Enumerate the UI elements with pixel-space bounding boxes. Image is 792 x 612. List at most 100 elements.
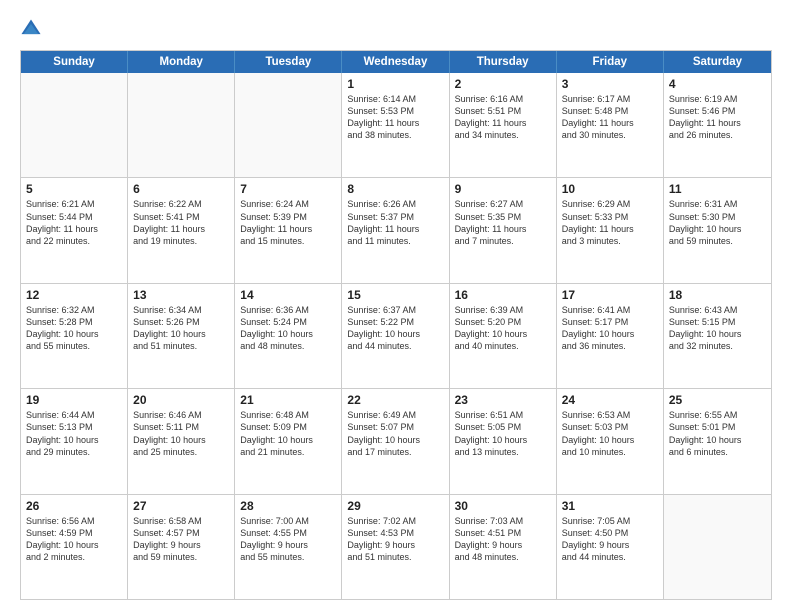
cell-text: Sunrise: 6:43 AM Sunset: 5:15 PM Dayligh… — [669, 304, 766, 353]
header — [20, 18, 772, 40]
day-number: 31 — [562, 499, 658, 513]
cell-text: Sunrise: 6:53 AM Sunset: 5:03 PM Dayligh… — [562, 409, 658, 458]
day-header-tuesday: Tuesday — [235, 51, 342, 73]
cell-text: Sunrise: 6:46 AM Sunset: 5:11 PM Dayligh… — [133, 409, 229, 458]
day-number: 13 — [133, 288, 229, 302]
day-number: 28 — [240, 499, 336, 513]
cal-cell-15: 15 Sunrise: 6:37 AM Sunset: 5:22 PM Dayli… — [342, 284, 449, 388]
cal-cell-29: 29Sunrise: 7:02 AM Sunset: 4:53 PM Dayli… — [342, 495, 449, 599]
cell-text: Sunrise: 6:56 AM Sunset: 4:59 PM Dayligh… — [26, 515, 122, 564]
cell-text: Sunrise: 7:03 AM Sunset: 4:51 PM Dayligh… — [455, 515, 551, 564]
cell-text: Sunrise: 6:22 AM Sunset: 5:41 PM Dayligh… — [133, 198, 229, 247]
cal-cell-21: 21Sunrise: 6:48 AM Sunset: 5:09 PM Dayli… — [235, 389, 342, 493]
cal-cell-14: 14 Sunrise: 6:36 AM Sunset: 5:24 PM Dayli… — [235, 284, 342, 388]
cell-text: Sunrise: 6:44 AM Sunset: 5:13 PM Dayligh… — [26, 409, 122, 458]
cal-cell-2: 2 Sunrise: 6:16 AM Sunset: 5:51 PM Daylig… — [450, 73, 557, 177]
cell-text: Sunrise: 6:51 AM Sunset: 5:05 PM Dayligh… — [455, 409, 551, 458]
cell-text: Sunrise: 6:37 AM Sunset: 5:22 PM Dayligh… — [347, 304, 443, 353]
cell-text: Sunrise: 6:17 AM Sunset: 5:48 PM Dayligh… — [562, 93, 658, 142]
day-number: 30 — [455, 499, 551, 513]
cell-text: Sunrise: 6:36 AM Sunset: 5:24 PM Dayligh… — [240, 304, 336, 353]
cal-cell-13: 13Sunrise: 6:34 AM Sunset: 5:26 PM Dayli… — [128, 284, 235, 388]
day-number: 11 — [669, 182, 766, 196]
cell-text: Sunrise: 6:49 AM Sunset: 5:07 PM Dayligh… — [347, 409, 443, 458]
day-number: 14 — [240, 288, 336, 302]
cal-cell-26: 26 Sunrise: 6:56 AM Sunset: 4:59 PM Dayli… — [21, 495, 128, 599]
cal-cell-16: 16 Sunrise: 6:39 AM Sunset: 5:20 PM Dayli… — [450, 284, 557, 388]
cal-cell-30: 30 Sunrise: 7:03 AM Sunset: 4:51 PM Dayli… — [450, 495, 557, 599]
cal-cell-empty-0-0 — [21, 73, 128, 177]
day-number: 10 — [562, 182, 658, 196]
cal-cell-5: 5 Sunrise: 6:21 AM Sunset: 5:44 PM Daylig… — [21, 178, 128, 282]
cal-cell-1: 1 Sunrise: 6:14 AM Sunset: 5:53 PM Daylig… — [342, 73, 449, 177]
cal-cell-11: 11Sunrise: 6:31 AM Sunset: 5:30 PM Dayli… — [664, 178, 771, 282]
cal-cell-empty-0-1 — [128, 73, 235, 177]
day-number: 21 — [240, 393, 336, 407]
cal-cell-3: 3 Sunrise: 6:17 AM Sunset: 5:48 PM Daylig… — [557, 73, 664, 177]
cal-cell-22: 22 Sunrise: 6:49 AM Sunset: 5:07 PM Dayli… — [342, 389, 449, 493]
day-number: 26 — [26, 499, 122, 513]
day-number: 8 — [347, 182, 443, 196]
cal-cell-7: 7Sunrise: 6:24 AM Sunset: 5:39 PM Daylig… — [235, 178, 342, 282]
cell-text: Sunrise: 7:00 AM Sunset: 4:55 PM Dayligh… — [240, 515, 336, 564]
cal-cell-18: 18 Sunrise: 6:43 AM Sunset: 5:15 PM Dayli… — [664, 284, 771, 388]
cell-text: Sunrise: 6:29 AM Sunset: 5:33 PM Dayligh… — [562, 198, 658, 247]
calendar-row-1: 5 Sunrise: 6:21 AM Sunset: 5:44 PM Daylig… — [21, 177, 771, 282]
day-number: 23 — [455, 393, 551, 407]
logo-icon — [20, 18, 42, 40]
cal-cell-24: 24 Sunrise: 6:53 AM Sunset: 5:03 PM Dayli… — [557, 389, 664, 493]
calendar-row-4: 26 Sunrise: 6:56 AM Sunset: 4:59 PM Dayli… — [21, 494, 771, 599]
cell-text: Sunrise: 6:21 AM Sunset: 5:44 PM Dayligh… — [26, 198, 122, 247]
day-header-friday: Friday — [557, 51, 664, 73]
day-number: 24 — [562, 393, 658, 407]
day-number: 12 — [26, 288, 122, 302]
cal-cell-4: 4 Sunrise: 6:19 AM Sunset: 5:46 PM Daylig… — [664, 73, 771, 177]
cal-cell-6: 6Sunrise: 6:22 AM Sunset: 5:41 PM Daylig… — [128, 178, 235, 282]
cal-cell-28: 28 Sunrise: 7:00 AM Sunset: 4:55 PM Dayli… — [235, 495, 342, 599]
day-number: 2 — [455, 77, 551, 91]
cal-cell-27: 27Sunrise: 6:58 AM Sunset: 4:57 PM Dayli… — [128, 495, 235, 599]
calendar-row-3: 19Sunrise: 6:44 AM Sunset: 5:13 PM Dayli… — [21, 388, 771, 493]
cal-cell-25: 25 Sunrise: 6:55 AM Sunset: 5:01 PM Dayli… — [664, 389, 771, 493]
cell-text: Sunrise: 7:05 AM Sunset: 4:50 PM Dayligh… — [562, 515, 658, 564]
cal-cell-19: 19Sunrise: 6:44 AM Sunset: 5:13 PM Dayli… — [21, 389, 128, 493]
cal-cell-empty-0-2 — [235, 73, 342, 177]
calendar: SundayMondayTuesdayWednesdayThursdayFrid… — [20, 50, 772, 600]
cell-text: Sunrise: 7:02 AM Sunset: 4:53 PM Dayligh… — [347, 515, 443, 564]
day-number: 17 — [562, 288, 658, 302]
cell-text: Sunrise: 6:14 AM Sunset: 5:53 PM Dayligh… — [347, 93, 443, 142]
cal-cell-31: 31 Sunrise: 7:05 AM Sunset: 4:50 PM Dayli… — [557, 495, 664, 599]
cell-text: Sunrise: 6:19 AM Sunset: 5:46 PM Dayligh… — [669, 93, 766, 142]
day-number: 25 — [669, 393, 766, 407]
calendar-row-0: 1 Sunrise: 6:14 AM Sunset: 5:53 PM Daylig… — [21, 73, 771, 177]
day-number: 20 — [133, 393, 229, 407]
calendar-header: SundayMondayTuesdayWednesdayThursdayFrid… — [21, 51, 771, 73]
page: SundayMondayTuesdayWednesdayThursdayFrid… — [0, 0, 792, 612]
cal-cell-empty-4-6 — [664, 495, 771, 599]
day-number: 27 — [133, 499, 229, 513]
day-number: 4 — [669, 77, 766, 91]
day-header-sunday: Sunday — [21, 51, 128, 73]
cell-text: Sunrise: 6:16 AM Sunset: 5:51 PM Dayligh… — [455, 93, 551, 142]
cell-text: Sunrise: 6:41 AM Sunset: 5:17 PM Dayligh… — [562, 304, 658, 353]
day-number: 3 — [562, 77, 658, 91]
day-number: 1 — [347, 77, 443, 91]
day-number: 18 — [669, 288, 766, 302]
cal-cell-20: 20 Sunrise: 6:46 AM Sunset: 5:11 PM Dayli… — [128, 389, 235, 493]
day-number: 22 — [347, 393, 443, 407]
cell-text: Sunrise: 6:39 AM Sunset: 5:20 PM Dayligh… — [455, 304, 551, 353]
day-number: 5 — [26, 182, 122, 196]
calendar-body: 1 Sunrise: 6:14 AM Sunset: 5:53 PM Daylig… — [21, 73, 771, 599]
day-header-thursday: Thursday — [450, 51, 557, 73]
day-header-saturday: Saturday — [664, 51, 771, 73]
day-number: 16 — [455, 288, 551, 302]
cell-text: Sunrise: 6:26 AM Sunset: 5:37 PM Dayligh… — [347, 198, 443, 247]
logo — [20, 18, 46, 40]
cal-cell-12: 12 Sunrise: 6:32 AM Sunset: 5:28 PM Dayli… — [21, 284, 128, 388]
cell-text: Sunrise: 6:55 AM Sunset: 5:01 PM Dayligh… — [669, 409, 766, 458]
day-header-wednesday: Wednesday — [342, 51, 449, 73]
day-number: 15 — [347, 288, 443, 302]
day-header-monday: Monday — [128, 51, 235, 73]
cal-cell-17: 17 Sunrise: 6:41 AM Sunset: 5:17 PM Dayli… — [557, 284, 664, 388]
cell-text: Sunrise: 6:32 AM Sunset: 5:28 PM Dayligh… — [26, 304, 122, 353]
